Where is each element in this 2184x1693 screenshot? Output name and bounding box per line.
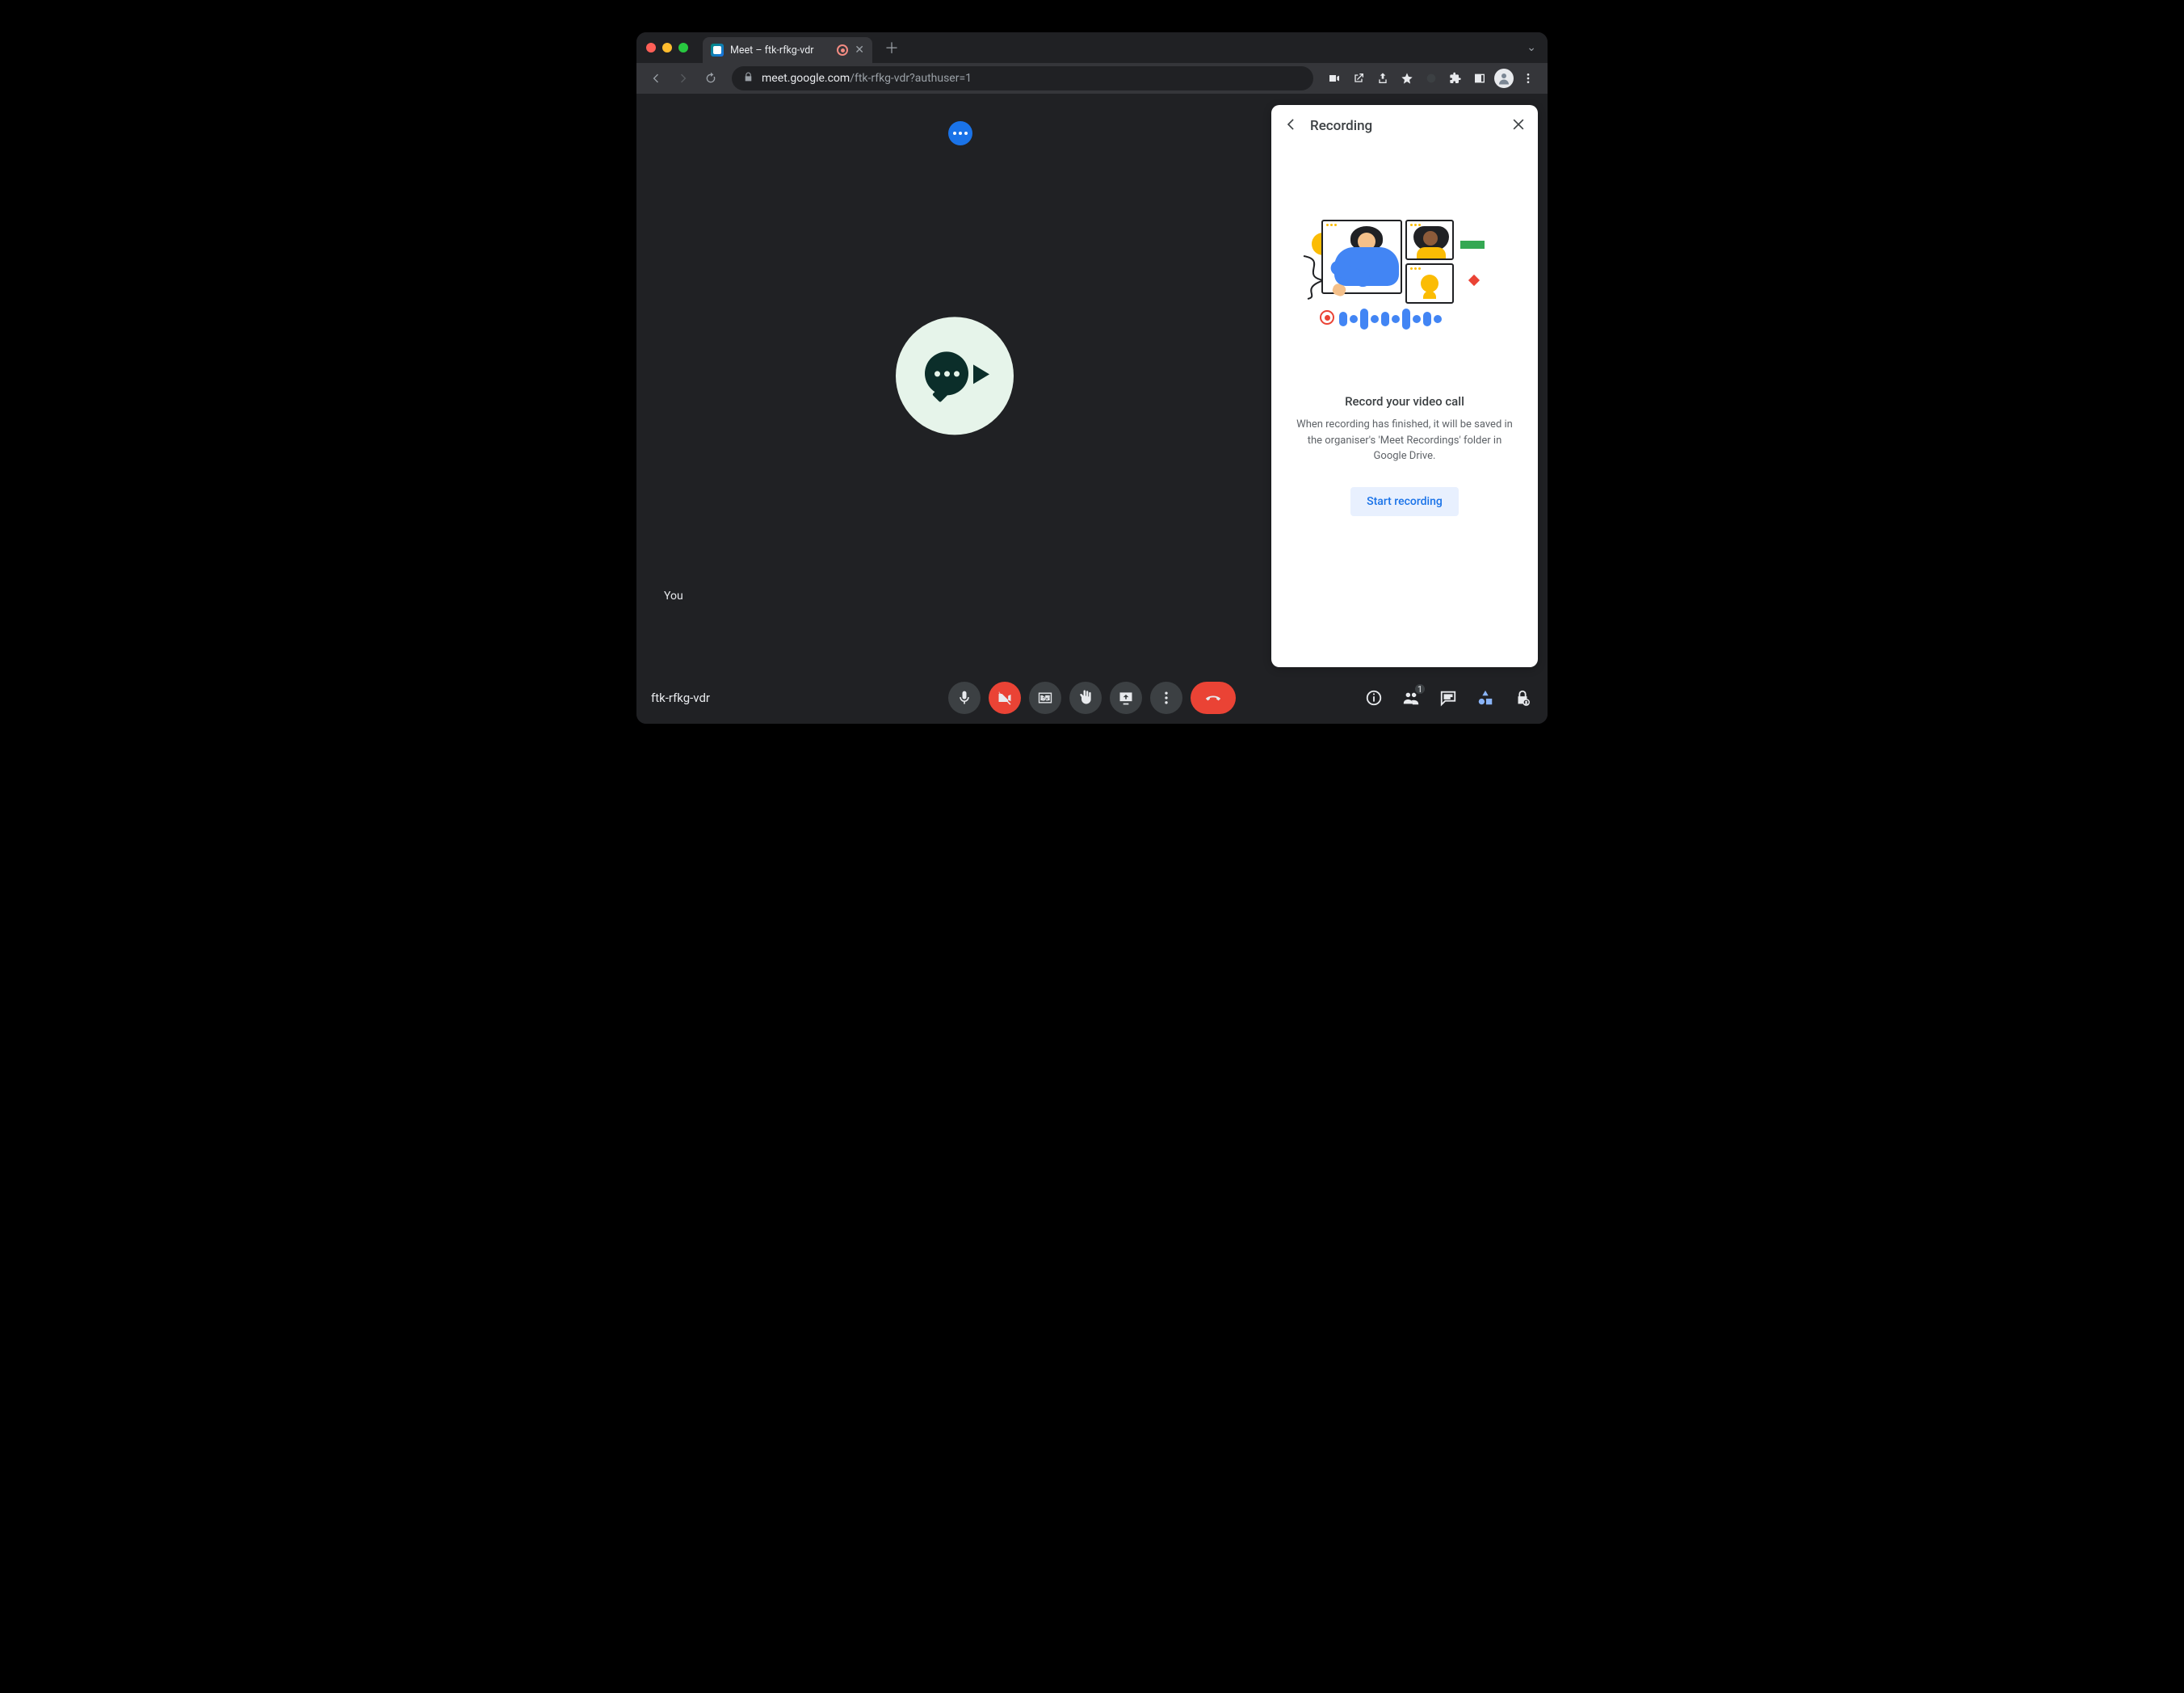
self-video-tile: You xyxy=(645,105,1265,670)
meet-favicon-icon xyxy=(711,44,724,57)
address-bar: meet.google.com/ftk-rfkg-vdr?authuser=1 xyxy=(636,63,1548,94)
panel-description: When recording has finished, it will be … xyxy=(1287,417,1522,464)
meeting-bottom-bar: ftk-rfkg-vdr CC 1 xyxy=(636,672,1548,724)
window-maximize-button[interactable] xyxy=(678,43,688,53)
leave-call-button[interactable] xyxy=(1191,682,1236,714)
panel-title: Recording xyxy=(1310,118,1372,134)
tab-search-button[interactable]: ⌄ xyxy=(1527,41,1536,54)
self-label: You xyxy=(664,590,683,603)
nav-forward-button xyxy=(672,67,695,90)
toggle-mic-button[interactable] xyxy=(948,682,981,714)
new-tab-button[interactable]: ＋ xyxy=(880,36,903,59)
omnibox-url: meet.google.com/ftk-rfkg-vdr?authuser=1 xyxy=(762,72,972,85)
side-panel-icon[interactable] xyxy=(1468,67,1491,90)
more-options-button[interactable] xyxy=(1150,682,1182,714)
tab-close-button[interactable]: ✕ xyxy=(855,44,864,56)
participant-count-badge: 1 xyxy=(1413,683,1426,695)
browser-tab[interactable]: Meet – ftk-rfkg-vdr ✕ xyxy=(703,37,872,63)
meeting-details-button[interactable] xyxy=(1363,687,1384,708)
bookmark-star-icon[interactable] xyxy=(1396,67,1418,90)
panel-close-button[interactable] xyxy=(1510,116,1527,136)
toolbar-right xyxy=(1323,67,1539,90)
call-controls: CC xyxy=(948,682,1236,714)
panel-back-button[interactable] xyxy=(1283,116,1299,136)
recording-illustration-icon xyxy=(1312,220,1497,357)
recording-panel: Recording Record your video xyxy=(1271,105,1538,667)
svg-text:CC: CC xyxy=(1041,695,1049,702)
profile-avatar[interactable] xyxy=(1493,67,1515,90)
toggle-camera-button[interactable] xyxy=(989,682,1021,714)
panel-body: Record your video call When recording ha… xyxy=(1271,147,1538,667)
tab-recording-indicator-icon xyxy=(837,44,848,56)
open-external-icon[interactable] xyxy=(1347,67,1370,90)
activities-button[interactable] xyxy=(1475,687,1496,708)
start-recording-button[interactable]: Start recording xyxy=(1350,487,1459,516)
tab-title: Meet – ftk-rfkg-vdr xyxy=(730,44,814,57)
meeting-stage: You Recording xyxy=(636,94,1548,724)
chrome-menu-button[interactable] xyxy=(1517,67,1539,90)
panel-heading: Record your video call xyxy=(1345,394,1464,409)
people-button[interactable]: 1 xyxy=(1401,687,1422,708)
raise-hand-button[interactable] xyxy=(1069,682,1102,714)
extension-loom-icon[interactable] xyxy=(1420,67,1443,90)
toggle-captions-button[interactable]: CC xyxy=(1029,682,1061,714)
right-tools: 1 xyxy=(1363,687,1533,708)
window-close-button[interactable] xyxy=(646,43,656,53)
host-controls-button[interactable] xyxy=(1512,687,1533,708)
chat-button[interactable] xyxy=(1438,687,1459,708)
panel-header: Recording xyxy=(1271,105,1538,147)
self-avatar-icon xyxy=(896,317,1014,435)
nav-reload-button[interactable] xyxy=(699,67,722,90)
meeting-id-label: ftk-rfkg-vdr xyxy=(651,691,710,705)
omnibox[interactable]: meet.google.com/ftk-rfkg-vdr?authuser=1 xyxy=(732,66,1313,90)
share-icon[interactable] xyxy=(1371,67,1394,90)
nav-back-button[interactable] xyxy=(645,67,667,90)
browser-window: Meet – ftk-rfkg-vdr ✕ ＋ ⌄ meet.google.co… xyxy=(636,32,1548,724)
window-minimize-button[interactable] xyxy=(662,43,672,53)
present-screen-button[interactable] xyxy=(1110,682,1142,714)
tab-strip: Meet – ftk-rfkg-vdr ✕ ＋ ⌄ xyxy=(636,32,1548,63)
camera-indicator-icon[interactable] xyxy=(1323,67,1346,90)
extensions-puzzle-icon[interactable] xyxy=(1444,67,1467,90)
tile-options-button[interactable] xyxy=(948,121,972,145)
window-controls xyxy=(646,43,688,53)
lock-icon xyxy=(743,72,754,86)
